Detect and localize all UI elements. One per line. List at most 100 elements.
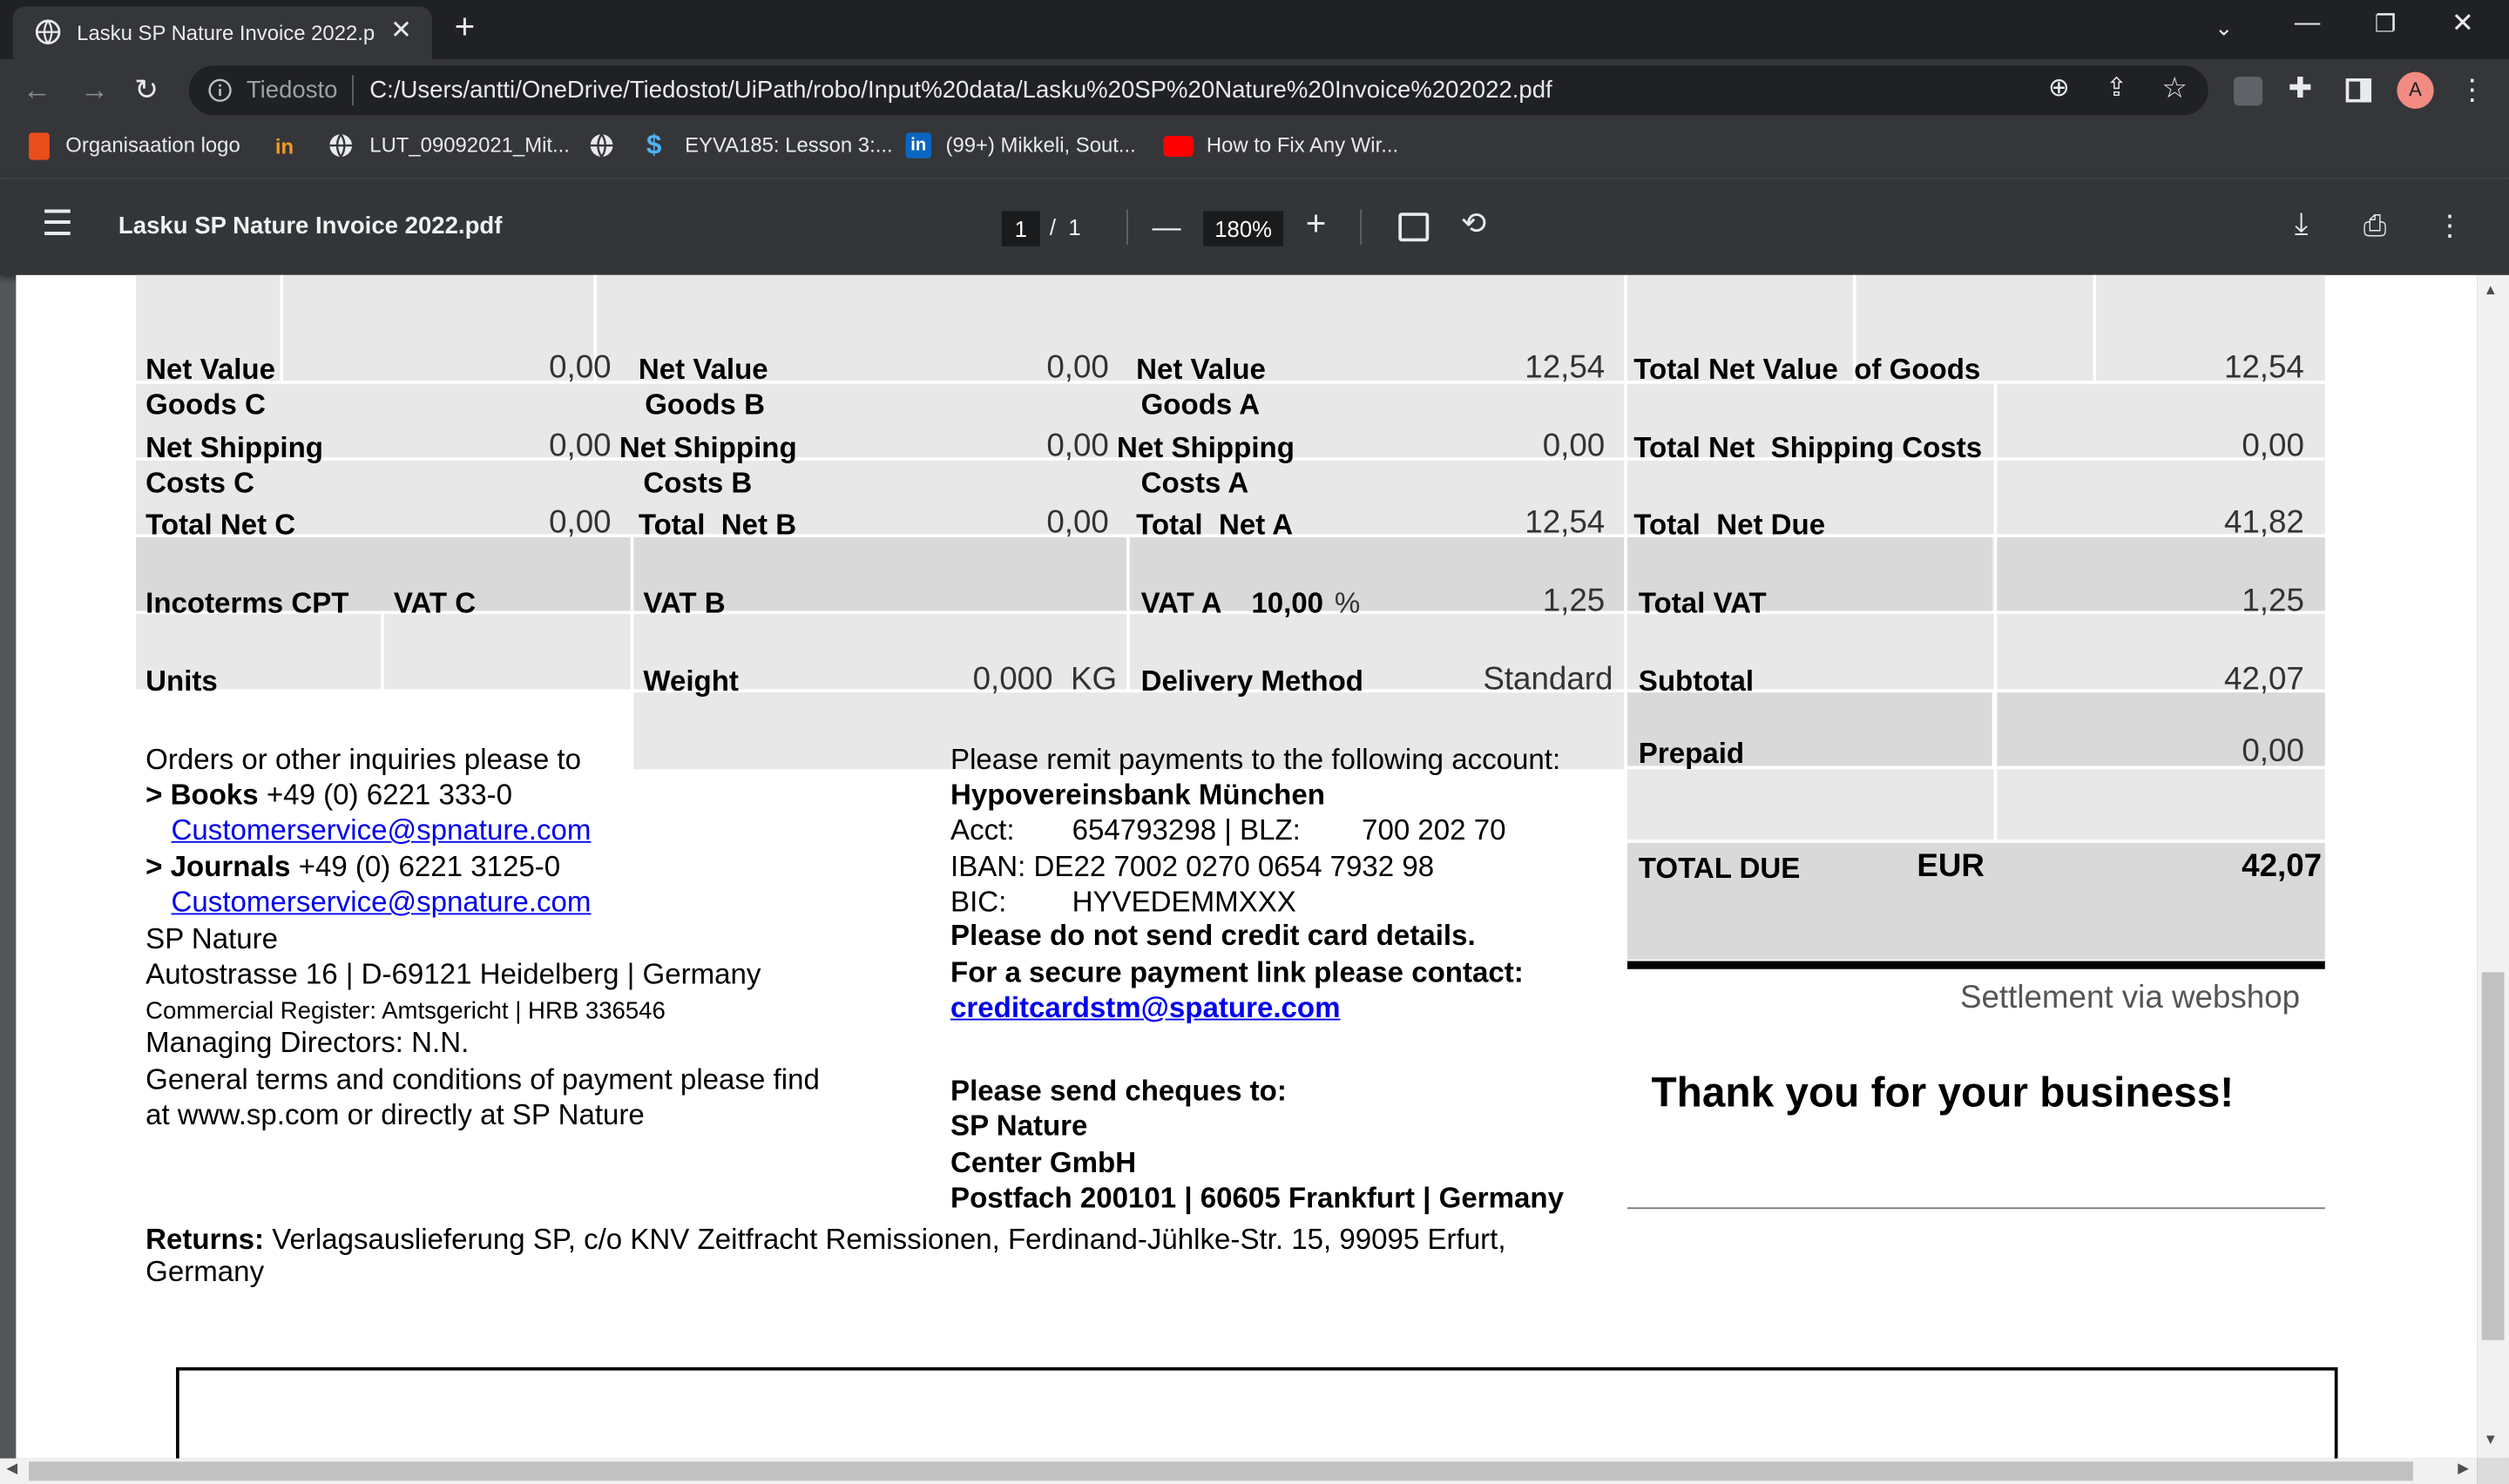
bookmark-item[interactable]: Organisaation logo: [65, 132, 240, 157]
browser-tab[interactable]: Lasku SP Nature Invoice 2022.pdf ✕: [12, 6, 432, 59]
journals-email-link[interactable]: Customerservice@spnature.com: [172, 886, 592, 920]
net-shipping-b: 0,00: [1046, 428, 1109, 464]
journals-prefix: >: [145, 850, 171, 883]
reload-icon[interactable]: ↻: [134, 75, 159, 104]
print-icon[interactable]: ⎙: [2364, 211, 2386, 239]
vat-a-label: VAT A: [1140, 586, 1222, 619]
grid-line: [1624, 274, 1627, 840]
net-shipping-b-label: Net Shipping: [619, 431, 797, 464]
puzzle-icon[interactable]: ✚: [2289, 73, 2313, 102]
globe-icon: [35, 19, 61, 44]
bookmark-item[interactable]: (99+) Mikkeli, Sout...: [946, 132, 1136, 157]
grid-line: [1126, 536, 1130, 693]
rotate-icon[interactable]: ⟲: [1461, 210, 1486, 240]
minimize-icon[interactable]: —: [2295, 10, 2320, 38]
thank-you-message: Thank you for your business!: [1651, 1068, 2235, 1116]
total-due-rule: [1626, 961, 2325, 969]
back-icon[interactable]: ←: [23, 75, 51, 104]
profile-avatar[interactable]: A: [2397, 71, 2434, 109]
more-actions-icon[interactable]: ⋮: [2436, 211, 2465, 239]
restore-icon[interactable]: ❐: [2375, 11, 2397, 40]
net-shipping-a-label: Net Shipping: [1117, 431, 1295, 464]
extension-icon[interactable]: [2234, 77, 2263, 106]
managing-directors: Managing Directors: N.N.: [145, 1026, 470, 1059]
bookmark-item[interactable]: How to Fix Any Wir...: [1207, 132, 1398, 157]
url-divider: [352, 75, 354, 106]
close-window-icon[interactable]: ✕: [2452, 9, 2474, 38]
total-net-c: 0,00: [549, 505, 612, 541]
credit-card-email-link[interactable]: creditcardstm@spature.com: [950, 991, 1341, 1025]
orders-text: Orders or other inquiries please to: [145, 743, 581, 776]
returns-country: Germany: [145, 1255, 265, 1288]
returns-label: Returns:: [145, 1223, 265, 1256]
side-panel-icon[interactable]: [2345, 78, 2372, 103]
total-net-shipping: 0,00: [2242, 428, 2304, 464]
cheque-address-2: Center GmbH: [950, 1146, 1137, 1179]
download-icon[interactable]: ⤓: [2295, 210, 2308, 240]
divider: [1360, 209, 1363, 245]
horizontal-scroll-thumb[interactable]: [29, 1461, 2413, 1481]
bookmark-item[interactable]: LUT_09092021_Mit...: [369, 132, 570, 157]
address-bar[interactable]: Tiedosto C:/Users/antti/OneDrive/Tiedost…: [188, 65, 2208, 116]
subtotal: 42,07: [2223, 662, 2304, 698]
delivery-method-label: Delivery Method: [1140, 664, 1363, 698]
scroll-corner: [2477, 1458, 2509, 1484]
globe-icon: [329, 133, 353, 158]
share-icon[interactable]: ⇪: [2106, 75, 2127, 104]
globe-icon[interactable]: [589, 132, 614, 158]
units-label: Units: [145, 664, 218, 698]
close-tab-icon[interactable]: ✕: [390, 17, 412, 46]
remit-text: Please remit payments to the following a…: [950, 743, 1561, 776]
page-number-input[interactable]: 1: [1001, 211, 1040, 246]
vertical-scroll-thumb[interactable]: [2481, 972, 2505, 1340]
menu-kebab-icon[interactable]: ⋮: [2458, 75, 2486, 104]
scroll-up-icon[interactable]: ▲: [2484, 281, 2498, 297]
net-value-c: 0,00: [549, 350, 612, 386]
tab-search-chevron-icon[interactable]: ⌄: [2215, 13, 2234, 42]
books-email-link[interactable]: Customerservice@spnature.com: [172, 814, 592, 848]
scroll-left-icon[interactable]: ◀: [6, 1460, 17, 1477]
books-line: > Books +49 (0) 6221 333-0: [145, 779, 512, 813]
bookmark-star-icon[interactable]: ☆: [2161, 73, 2188, 102]
grid-line: [1626, 840, 2325, 843]
bookmark-s-icon: $: [646, 129, 662, 160]
empty-row-bg: [1626, 769, 2325, 840]
secure-payment-note: For a secure payment link please contact…: [950, 956, 1524, 988]
net-shipping-c: 0,00: [549, 428, 612, 464]
scroll-down-icon[interactable]: ▼: [2484, 1431, 2498, 1447]
zoom-in-icon[interactable]: +: [1306, 206, 1327, 240]
zoom-icon[interactable]: ⊕: [2048, 75, 2070, 104]
url-text[interactable]: C:/Users/antti/OneDrive/Tiedostot/UiPath…: [369, 77, 1552, 104]
file-scheme-label: Tiedosto: [246, 77, 338, 105]
info-icon: [208, 78, 232, 102]
net-shipping-a-label: Costs A: [1140, 467, 1249, 499]
net-value-c-label: Net Value: [145, 353, 276, 386]
vat-a-rate: 10,00: [1251, 586, 1324, 619]
books-phone: +49 (0) 6221 333-0: [258, 779, 513, 811]
total-due-currency: EUR: [1917, 849, 1985, 885]
vat-c-label: VAT C: [393, 586, 477, 619]
total-due-label: TOTAL DUE: [1638, 852, 1801, 885]
tab-title: Lasku SP Nature Invoice 2022.pdf: [77, 20, 375, 45]
net-value-b: 0,00: [1046, 350, 1109, 386]
returns-address: Verlagsauslieferung SP, c/o KNV Zeitfrac…: [264, 1223, 1506, 1256]
bookmark-item[interactable]: EYVA185: Lesson 3:...: [685, 132, 892, 157]
bic-label: BIC:: [950, 886, 1007, 918]
zoom-out-icon[interactable]: —: [1152, 212, 1180, 241]
summary-table-bg: [1626, 274, 2325, 691]
linkedin-icon: in: [905, 132, 931, 159]
zoom-level-input[interactable]: 180%: [1203, 211, 1284, 246]
fit-to-page-icon[interactable]: [1398, 212, 1430, 242]
journals-phone: +49 (0) 6221 3125-0: [290, 850, 561, 883]
totals-table-bg: [136, 274, 1625, 537]
new-tab-icon[interactable]: +: [455, 9, 476, 44]
hamburger-menu-icon[interactable]: ☰: [42, 206, 73, 240]
total-net-c-label: Total Net C: [145, 508, 296, 541]
net-shipping-c-label: Net Shipping: [145, 431, 324, 464]
total-net-value-goods-label: Total Net Value of Goods: [1633, 353, 1981, 386]
bookmark-in-icon[interactable]: in: [275, 134, 294, 159]
iban: IBAN: DE22 7002 0270 0654 7932 98: [950, 850, 1435, 883]
scroll-right-icon[interactable]: ▶: [2458, 1460, 2469, 1477]
net-shipping-b-label: Costs B: [643, 467, 753, 499]
forward-icon[interactable]: →: [80, 75, 109, 104]
